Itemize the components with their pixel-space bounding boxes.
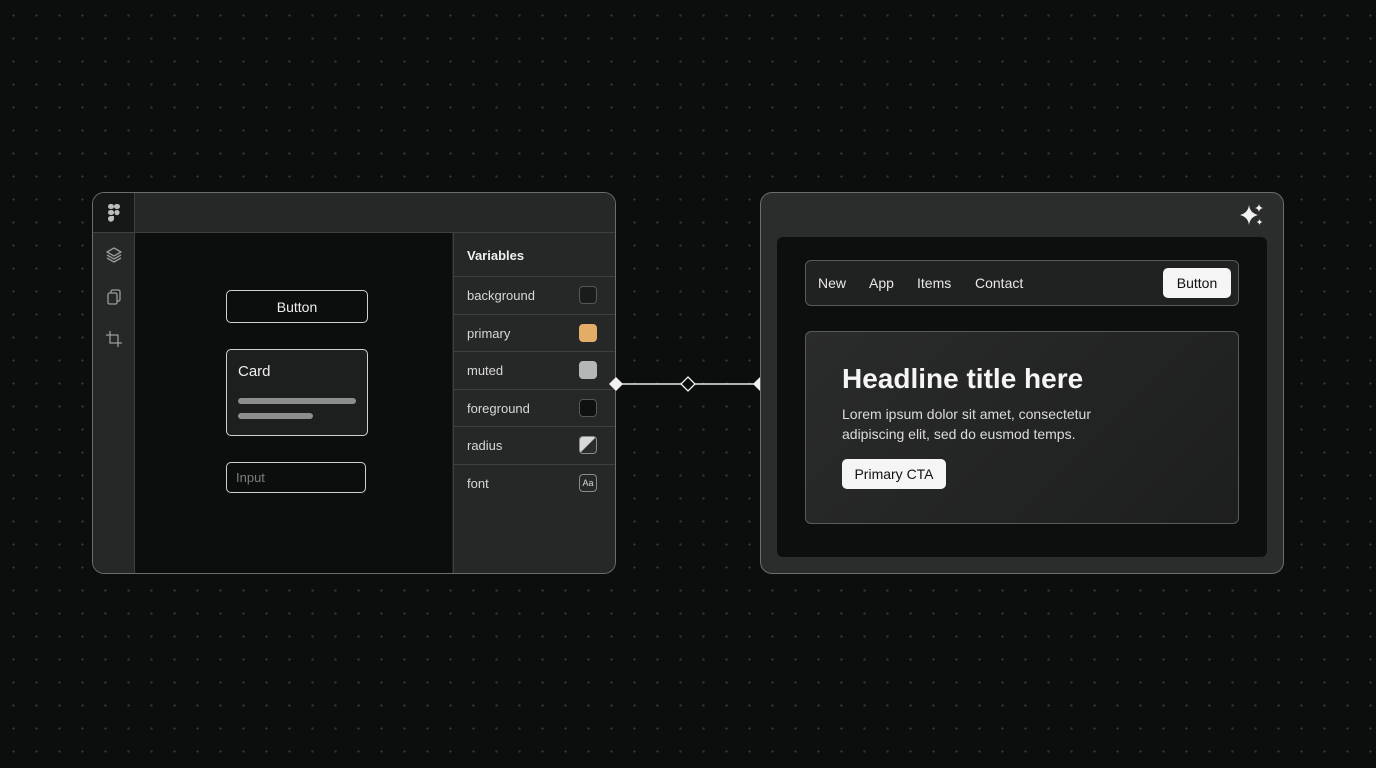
sidebar-layers[interactable] xyxy=(104,245,123,264)
nav-button[interactable]: Button xyxy=(1163,268,1231,298)
canvas-card-component[interactable]: Card xyxy=(226,349,368,436)
variable-name: primary xyxy=(467,325,511,341)
sync-connector xyxy=(609,376,767,392)
card-placeholder-line xyxy=(238,398,356,404)
variables-panel: Variables background primary muted foreg… xyxy=(453,233,615,573)
preview-window: New App Items Contact Button Headline ti… xyxy=(760,192,1284,574)
variable-row-background[interactable]: background xyxy=(454,277,615,315)
radius-icon[interactable] xyxy=(579,436,597,454)
variable-row-primary[interactable]: primary xyxy=(454,315,615,352)
primary-cta-button[interactable]: Primary CTA xyxy=(842,459,946,489)
font-icon[interactable]: Aa xyxy=(579,473,597,492)
nav-link-items[interactable]: Items xyxy=(917,275,951,291)
design-canvas[interactable]: Button Card xyxy=(135,233,452,573)
variable-name: background xyxy=(467,288,535,303)
hero-body: Lorem ipsum dolor sit amet, consectetur … xyxy=(842,406,1091,442)
layers-icon xyxy=(105,246,122,263)
logo-container[interactable] xyxy=(93,193,135,232)
nav-link-contact[interactable]: Contact xyxy=(975,275,1023,291)
hero-title: Headline title here xyxy=(842,363,1084,394)
design-tool-topbar xyxy=(93,193,615,233)
sidebar-copy[interactable] xyxy=(104,287,123,306)
hero-card: Headline title here Lorem ipsum dolor si… xyxy=(805,331,1239,524)
crop-icon xyxy=(105,330,122,347)
variable-row-muted[interactable]: muted xyxy=(454,352,615,390)
design-tool-window: Button Card Variables background primary… xyxy=(92,192,616,574)
card-placeholder-line xyxy=(238,413,313,419)
variable-row-radius[interactable]: radius xyxy=(454,427,615,465)
sidebar-crop[interactable] xyxy=(104,329,123,348)
primary-swatch[interactable] xyxy=(579,323,597,342)
nav-link-new[interactable]: New xyxy=(818,275,846,291)
card-title: Card xyxy=(238,363,271,380)
variable-name: foreground xyxy=(467,400,530,416)
variable-row-foreground[interactable]: foreground xyxy=(454,390,615,427)
variable-name: font xyxy=(467,475,489,491)
canvas-button-component[interactable]: Button xyxy=(226,290,368,323)
nav-link-app[interactable]: App xyxy=(869,275,894,291)
sparkles-icon[interactable] xyxy=(1239,203,1265,229)
canvas-input-component[interactable] xyxy=(226,462,366,493)
website-preview: New App Items Contact Button Headline ti… xyxy=(777,237,1267,557)
foreground-swatch[interactable] xyxy=(579,398,597,417)
connector-start-diamond-icon xyxy=(609,377,623,391)
variable-row-font[interactable]: font Aa xyxy=(454,465,615,503)
muted-swatch[interactable] xyxy=(579,361,597,379)
preview-navbar: New App Items Contact Button xyxy=(805,260,1239,306)
figma-logo-icon xyxy=(107,203,120,222)
variable-name: radius xyxy=(467,438,503,453)
connector-mid-diamond-icon xyxy=(680,376,696,392)
variable-name: muted xyxy=(467,363,504,378)
variables-title: Variables xyxy=(454,233,615,277)
background-swatch[interactable] xyxy=(579,286,597,304)
tool-sidebar xyxy=(93,233,135,573)
copy-icon xyxy=(106,288,121,305)
